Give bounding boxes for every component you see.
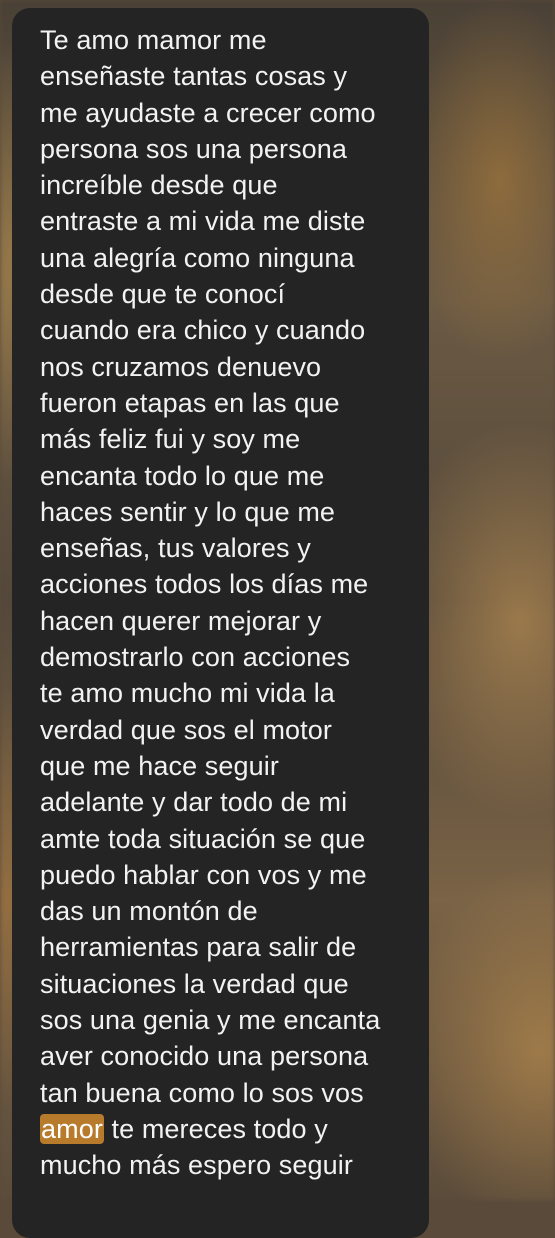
message-line: sos una genia y me encanta	[40, 1005, 381, 1036]
message-line: tan buena como lo sos vos	[40, 1077, 364, 1108]
message-line: enseñaste tantas cosas y	[40, 61, 348, 92]
message-line: fueron etapas en las que	[40, 387, 340, 418]
message-line: que me hace seguir	[40, 750, 279, 781]
message-bubble[interactable]: Te amo mamor me enseñaste tantas cosas y…	[12, 8, 429, 1238]
message-line: situaciones la verdad que	[40, 968, 349, 999]
message-line: increíble desde que	[40, 170, 278, 201]
message-line: das un montón de	[40, 896, 258, 927]
message-line: persona sos una persona	[40, 133, 348, 164]
message-line: entraste a mi vida me diste	[40, 206, 366, 237]
message-line: te amo mucho mi vida la	[40, 678, 335, 709]
message-line: acciones todos los días me	[40, 569, 369, 600]
message-line: enseñas, tus valores y	[40, 533, 311, 564]
highlighted-word[interactable]: amor	[40, 1113, 104, 1144]
message-line-with-highlight: amor te mereces todo y	[40, 1111, 411, 1147]
message-line: cuando era chico y cuando	[40, 315, 366, 346]
message-line: más feliz fui y soy me	[40, 424, 301, 455]
message-line: mucho más espero seguir	[40, 1150, 353, 1181]
message-line: nos cruzamos denuevo	[40, 351, 322, 382]
message-line: verdad que sos el motor	[40, 714, 332, 745]
message-line: amte toda situación se que	[40, 823, 366, 854]
message-line: hacen querer mejorar y	[40, 605, 322, 636]
message-line: me ayudaste a crecer como	[40, 97, 376, 128]
message-line: herramientas para salir de	[40, 932, 357, 963]
message-text: Te amo mamor me enseñaste tantas cosas y…	[40, 22, 411, 1184]
message-line: aver conocido una persona	[40, 1041, 369, 1072]
message-line: haces sentir y lo que me	[40, 496, 336, 527]
message-line: Te amo mamor me	[40, 25, 267, 55]
message-line: desde que te conocí	[40, 279, 286, 310]
message-line: demostrarlo con acciones	[40, 642, 351, 673]
message-line-continuation: te mereces todo y	[103, 1113, 328, 1144]
message-line: puedo hablar con vos y me	[40, 859, 367, 890]
message-line: adelante y dar todo de mi	[40, 787, 348, 818]
message-line: una alegría como ninguna	[40, 242, 355, 273]
message-line: encanta todo lo que me	[40, 460, 325, 491]
